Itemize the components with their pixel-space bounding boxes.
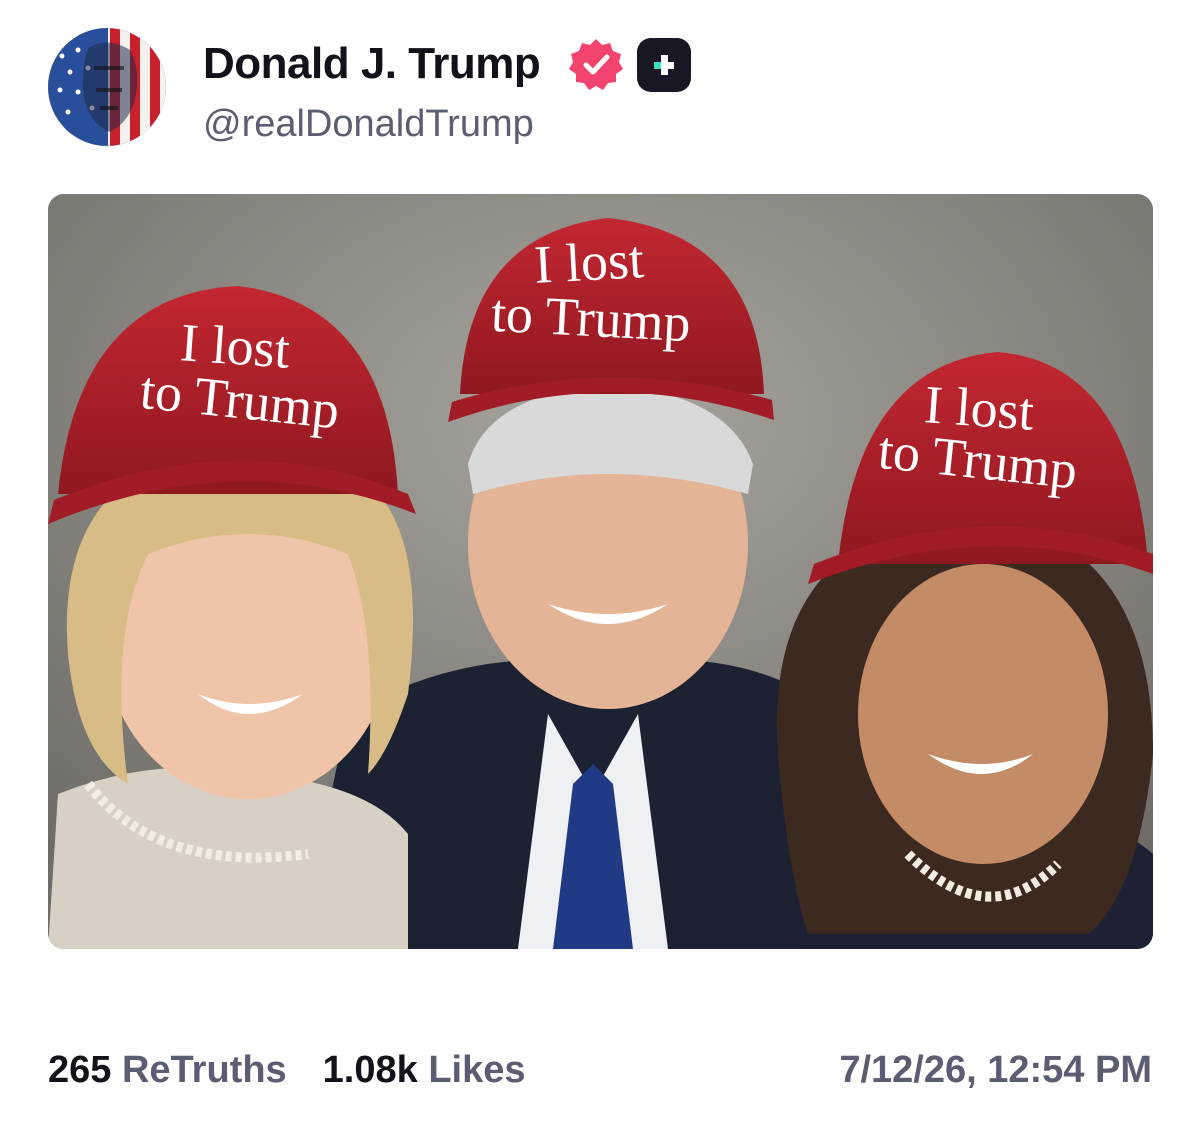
likes-count: 1.08k bbox=[322, 1049, 418, 1091]
post-image[interactable]: I lost to Trump I lost to Trump I lost t… bbox=[48, 194, 1153, 949]
cap-center-line2: to Trump bbox=[490, 283, 692, 353]
author-display-name[interactable]: Donald J. Trump bbox=[203, 36, 541, 92]
author-avatar[interactable] bbox=[48, 28, 166, 146]
retruths-stat[interactable]: 265 ReTruths bbox=[48, 1046, 287, 1094]
retruths-label: ReTruths bbox=[121, 1049, 287, 1091]
post-stats: 265 ReTruths 1.08k Likes bbox=[48, 1046, 526, 1094]
truth-plus-icon bbox=[637, 38, 691, 92]
likes-label: Likes bbox=[428, 1049, 526, 1091]
post-timestamp: 7/12/26, 12:54 PM bbox=[839, 1049, 1152, 1091]
retruths-count: 265 bbox=[48, 1049, 112, 1091]
verified-badge-icon bbox=[568, 36, 624, 92]
author-handle[interactable]: @realDonaldTrump bbox=[203, 100, 534, 148]
likes-stat[interactable]: 1.08k Likes bbox=[323, 1046, 526, 1094]
